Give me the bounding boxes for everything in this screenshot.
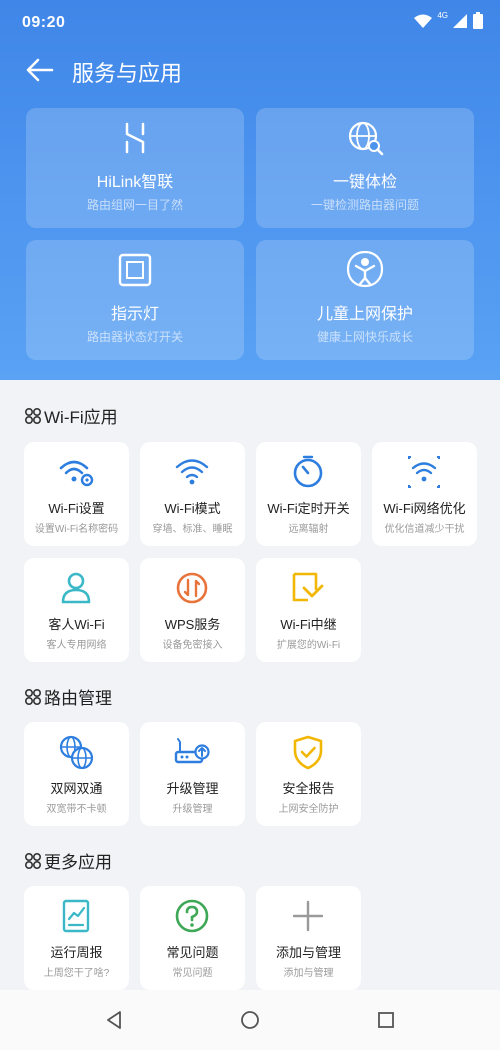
security-shield-icon	[293, 735, 323, 770]
hero-card-label: 指示灯	[110, 306, 159, 323]
hilink-icon	[125, 122, 145, 154]
tile-guest-wifi[interactable]: 客人Wi-Fi 客人专用网络	[24, 558, 129, 662]
wps-icon	[176, 572, 208, 604]
tile-subtitle: 穿墙、标准、睡眠	[152, 524, 233, 535]
tile-label: Wi-Fi中继	[280, 617, 337, 632]
tile-wps[interactable]: WPS服务 设备免密接入	[140, 558, 245, 662]
weekly-report-icon	[62, 899, 90, 933]
tile-faq[interactable]: 常见问题 常见问题	[140, 886, 245, 990]
back-arrow-icon[interactable]	[24, 54, 56, 86]
hero-card-checkup[interactable]: 一键体检 一键检测路由器问题	[256, 108, 474, 228]
network-type: 4G	[437, 10, 448, 20]
tile-label: 运行周报	[50, 945, 103, 960]
wifi-mode-icon	[175, 459, 209, 485]
hero-card-label: 一键体检	[332, 174, 397, 191]
timer-icon	[293, 455, 323, 488]
hero-card-hilink[interactable]: HiLink智联 路由组网一目了然	[26, 108, 244, 228]
hero-card-child-protection[interactable]: 儿童上网保护 健康上网快乐成长	[256, 240, 474, 360]
tile-label: Wi-Fi定时开关	[267, 501, 350, 516]
hero-card-subtitle: 路由组网一目了然	[86, 198, 183, 212]
apps-grid-icon	[24, 688, 42, 705]
tile-label: Wi-Fi网络优化	[383, 501, 466, 516]
tile-label: Wi-Fi设置	[48, 501, 105, 516]
apps-grid-icon	[24, 852, 42, 869]
status-bar: 09:20 4G	[0, 0, 500, 46]
tile-subtitle: 设置Wi-Fi名称密码	[34, 524, 119, 535]
tile-subtitle: 设备免密接入	[162, 640, 223, 651]
tile-subtitle: 优化信道减少干扰	[384, 524, 465, 535]
apps-grid-icon	[24, 407, 42, 424]
tile-subtitle: 客人专用网络	[46, 640, 107, 651]
cell-signal-icon	[453, 14, 467, 28]
hero-card-subtitle: 一键检测路由器问题	[310, 198, 419, 212]
faq-icon	[175, 899, 209, 933]
tile-subtitle: 远离辐射	[288, 524, 329, 535]
system-navigation-bar	[0, 990, 500, 1050]
tile-subtitle: 添加与管理	[283, 968, 334, 979]
title-bar: 服务与应用	[0, 48, 500, 92]
tile-weekly-report[interactable]: 运行周报 上周您干了啥?	[24, 886, 129, 990]
tile-security-report[interactable]: 安全报告 上网安全防护	[256, 722, 361, 826]
section-title-text: 更多应用	[44, 853, 112, 872]
battery-icon	[473, 12, 483, 29]
tile-dual-network[interactable]: 双网双通 双宽带不卡顿	[24, 722, 129, 826]
upgrade-router-icon	[174, 738, 210, 764]
tile-subtitle: 扩展您的Wi-Fi	[276, 640, 341, 651]
tile-wifi-repeater[interactable]: Wi-Fi中继 扩展您的Wi-Fi	[256, 558, 361, 662]
wifi-settings-icon	[59, 460, 94, 487]
hero-card-indicator[interactable]: 指示灯 路由器状态灯开关	[26, 240, 244, 360]
page-title: 服务与应用	[72, 61, 183, 86]
tile-wifi-optimize[interactable]: Wi-Fi网络优化 优化信道减少干扰	[372, 442, 477, 546]
dual-network-icon	[59, 735, 94, 770]
tile-wifi-settings[interactable]: Wi-Fi设置 设置Wi-Fi名称密码	[24, 442, 129, 546]
wifi-repeater-icon	[292, 572, 324, 602]
section-title-wifi: Wi-Fi应用	[24, 403, 118, 428]
indicator-light-icon	[118, 253, 152, 287]
tile-subtitle: 升级管理	[172, 804, 213, 815]
hero-card-subtitle: 健康上网快乐成长	[316, 330, 413, 344]
section-title-text: Wi-Fi应用	[44, 408, 118, 427]
tile-subtitle: 双宽带不卡顿	[46, 804, 107, 815]
section-title-router: 路由管理	[24, 684, 112, 709]
nav-recents-icon[interactable]	[372, 1006, 400, 1034]
hero-card-subtitle: 路由器状态灯开关	[86, 330, 183, 344]
tile-label: 添加与管理	[275, 945, 341, 960]
wifi-optimize-icon	[408, 456, 440, 488]
hero-card-label: HiLink智联	[96, 174, 174, 191]
tile-subtitle: 上周您干了啥?	[43, 968, 110, 979]
child-protection-icon	[346, 250, 384, 288]
tile-label: 常见问题	[166, 945, 219, 960]
tile-label: Wi-Fi模式	[164, 501, 221, 516]
nav-home-icon[interactable]	[236, 1006, 264, 1034]
tile-add-manage[interactable]: 添加与管理 添加与管理	[256, 886, 361, 990]
tile-upgrade[interactable]: 升级管理 升级管理	[140, 722, 245, 826]
tile-wifi-timer[interactable]: Wi-Fi定时开关 远离辐射	[256, 442, 361, 546]
tile-label: 双网双通	[50, 781, 103, 796]
tile-label: 安全报告	[282, 781, 335, 796]
tile-wifi-mode[interactable]: Wi-Fi模式 穿墙、标准、睡眠	[140, 442, 245, 546]
status-time: 09:20	[22, 14, 66, 31]
tile-label: 客人Wi-Fi	[48, 617, 105, 632]
tile-label: WPS服务	[164, 617, 221, 632]
tile-subtitle: 常见问题	[172, 968, 213, 979]
status-icons: 4G	[413, 10, 484, 30]
guest-user-icon	[61, 572, 91, 604]
section-title-text: 路由管理	[44, 689, 112, 708]
tile-subtitle: 上网安全防护	[278, 804, 339, 815]
wifi-signal-icon	[414, 14, 433, 28]
hero-card-label: 儿童上网保护	[316, 306, 413, 323]
section-title-more: 更多应用	[24, 848, 112, 873]
tile-label: 升级管理	[166, 781, 219, 796]
add-icon	[292, 900, 324, 932]
nav-back-icon[interactable]	[100, 1006, 128, 1034]
globe-search-icon	[348, 121, 384, 156]
